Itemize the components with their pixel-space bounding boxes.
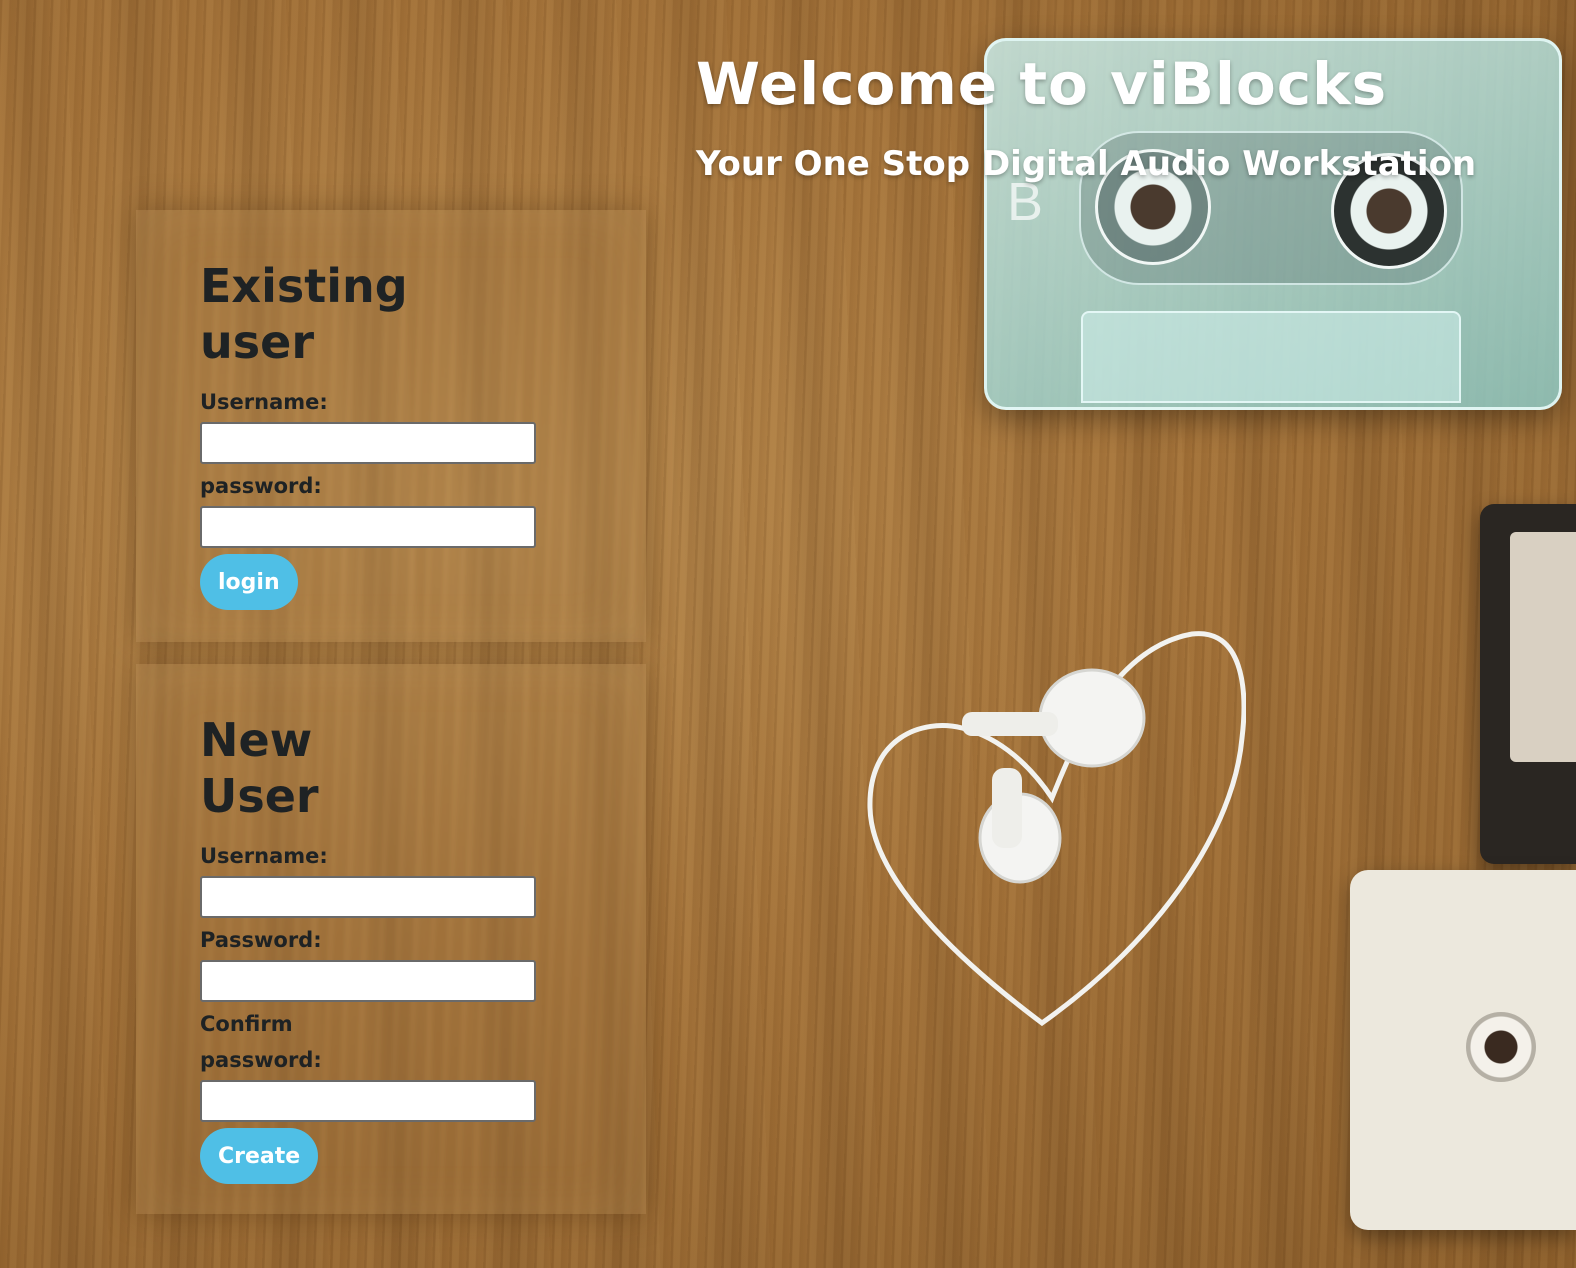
login-password-input[interactable] [200,506,536,548]
create-account-button[interactable]: Create [200,1128,319,1184]
page-title: Welcome to viBlocks [696,50,1388,118]
login-username-label: Username: [200,390,328,414]
cassette-bottom-plate [1081,311,1461,403]
confirm-password-label: Confirm password: [200,1012,322,1072]
new-user-form: New User Username: Password: Confirm pas… [200,712,540,1184]
signup-password-input[interactable] [200,960,536,1002]
signup-username-label: Username: [200,844,328,868]
white-cassette-image [1350,870,1576,1230]
login-username-input[interactable] [200,422,536,464]
heart-earphones-image [867,631,1246,1027]
existing-user-form: Existing user Username: password: login [200,258,540,610]
login-button[interactable]: login [200,554,298,610]
white-cassette-hub [1466,1012,1536,1082]
existing-user-panel: Existing user Username: password: login [136,210,646,642]
dark-cassette-label [1510,532,1576,762]
dark-cassette-image [1480,504,1576,864]
existing-user-heading: Existing user [200,259,408,369]
new-user-heading: New User [200,713,319,823]
new-user-panel: New User Username: Password: Confirm pas… [136,664,646,1214]
confirm-password-input[interactable] [200,1080,536,1122]
login-password-label: password: [200,474,322,498]
signup-password-label: Password: [200,928,322,952]
signup-username-input[interactable] [200,876,536,918]
page-subtitle: Your One Stop Digital Audio Workstation [696,144,1477,184]
